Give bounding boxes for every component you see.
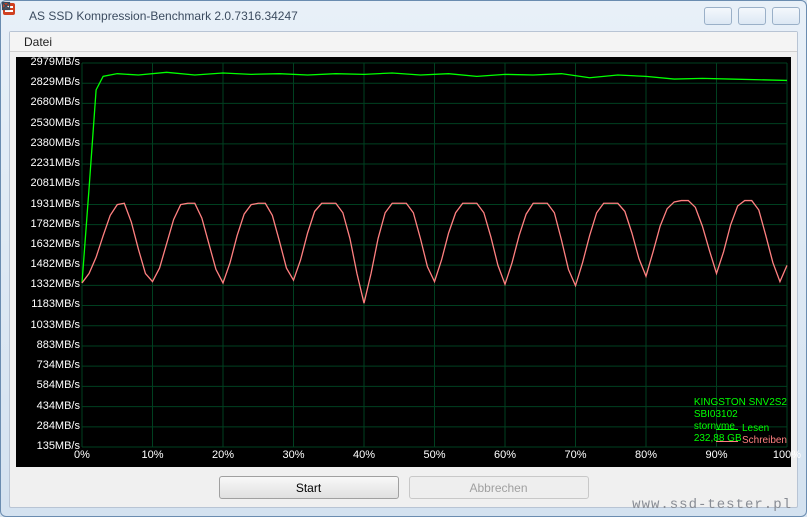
- y-axis-label: 284MB/s: [37, 420, 80, 432]
- x-axis-label: 10%: [141, 449, 163, 461]
- maximize-button[interactable]: [738, 7, 766, 25]
- y-axis-label: 1332MB/s: [30, 278, 80, 290]
- y-axis-label: 1183MB/s: [31, 298, 80, 310]
- y-axis-label: 434MB/s: [37, 400, 80, 412]
- start-button[interactable]: Start: [219, 476, 399, 499]
- window-title: AS SSD Kompression-Benchmark 2.0.7316.34…: [29, 9, 704, 23]
- x-axis-label: 50%: [423, 449, 445, 461]
- minimize-button[interactable]: [704, 7, 732, 25]
- x-axis-label: 0%: [74, 449, 90, 461]
- x-axis-label: 70%: [564, 449, 586, 461]
- legend-read-label: Lesen: [742, 423, 769, 435]
- device-driver: SBI03102: [694, 409, 787, 421]
- close-button[interactable]: [772, 7, 800, 25]
- y-axis-label: 734MB/s: [37, 359, 80, 371]
- y-axis-label: 2530MB/s: [30, 117, 80, 129]
- y-axis-label: 1782MB/s: [30, 218, 80, 230]
- y-axis-label: 2829MB/s: [30, 76, 80, 88]
- x-axis-label: 90%: [705, 449, 727, 461]
- watermark: www.ssd-tester.pl: [632, 497, 792, 513]
- cancel-button: Abbrechen: [409, 476, 589, 499]
- x-axis-label: 20%: [212, 449, 234, 461]
- x-axis-label: 40%: [353, 449, 375, 461]
- y-axis-label: 1482MB/s: [30, 258, 80, 270]
- y-axis-label: 883MB/s: [37, 339, 80, 351]
- x-axis-label: 30%: [282, 449, 304, 461]
- y-axis-label: 1033MB/s: [30, 319, 80, 331]
- menu-file[interactable]: Datei: [16, 33, 60, 51]
- window-controls: [704, 7, 800, 25]
- client-area: Datei KINGSTON SNV2S2 SBI03102 stornvme …: [9, 31, 798, 508]
- y-axis-label: 2231MB/s: [30, 157, 80, 169]
- x-axis-label: 100%: [773, 449, 801, 461]
- y-axis-label: 584MB/s: [37, 379, 80, 391]
- legend: Lesen Schreiben: [716, 423, 787, 469]
- legend-read: Lesen: [716, 423, 787, 435]
- menubar: Datei: [10, 32, 797, 52]
- button-row: Start Abbrechen: [10, 476, 797, 499]
- y-axis-label: 1931MB/s: [30, 198, 80, 210]
- y-axis-label: 2680MB/s: [30, 96, 80, 108]
- y-axis-label: 2081MB/s: [30, 177, 80, 189]
- device-name: KINGSTON SNV2S2: [694, 397, 787, 409]
- x-axis-label: 60%: [494, 449, 516, 461]
- legend-write: Schreiben: [716, 435, 787, 447]
- y-axis-label: 2380MB/s: [30, 137, 80, 149]
- chart-area: KINGSTON SNV2S2 SBI03102 stornvme 232,88…: [16, 57, 791, 467]
- x-axis-label: 80%: [635, 449, 657, 461]
- titlebar[interactable]: AS SSD Kompression-Benchmark 2.0.7316.34…: [1, 1, 806, 31]
- app-window: AS SSD Kompression-Benchmark 2.0.7316.34…: [0, 0, 807, 517]
- y-axis-label: 2979MB/s: [30, 56, 80, 68]
- legend-write-label: Schreiben: [742, 435, 787, 447]
- y-axis-label: 1632MB/s: [30, 238, 80, 250]
